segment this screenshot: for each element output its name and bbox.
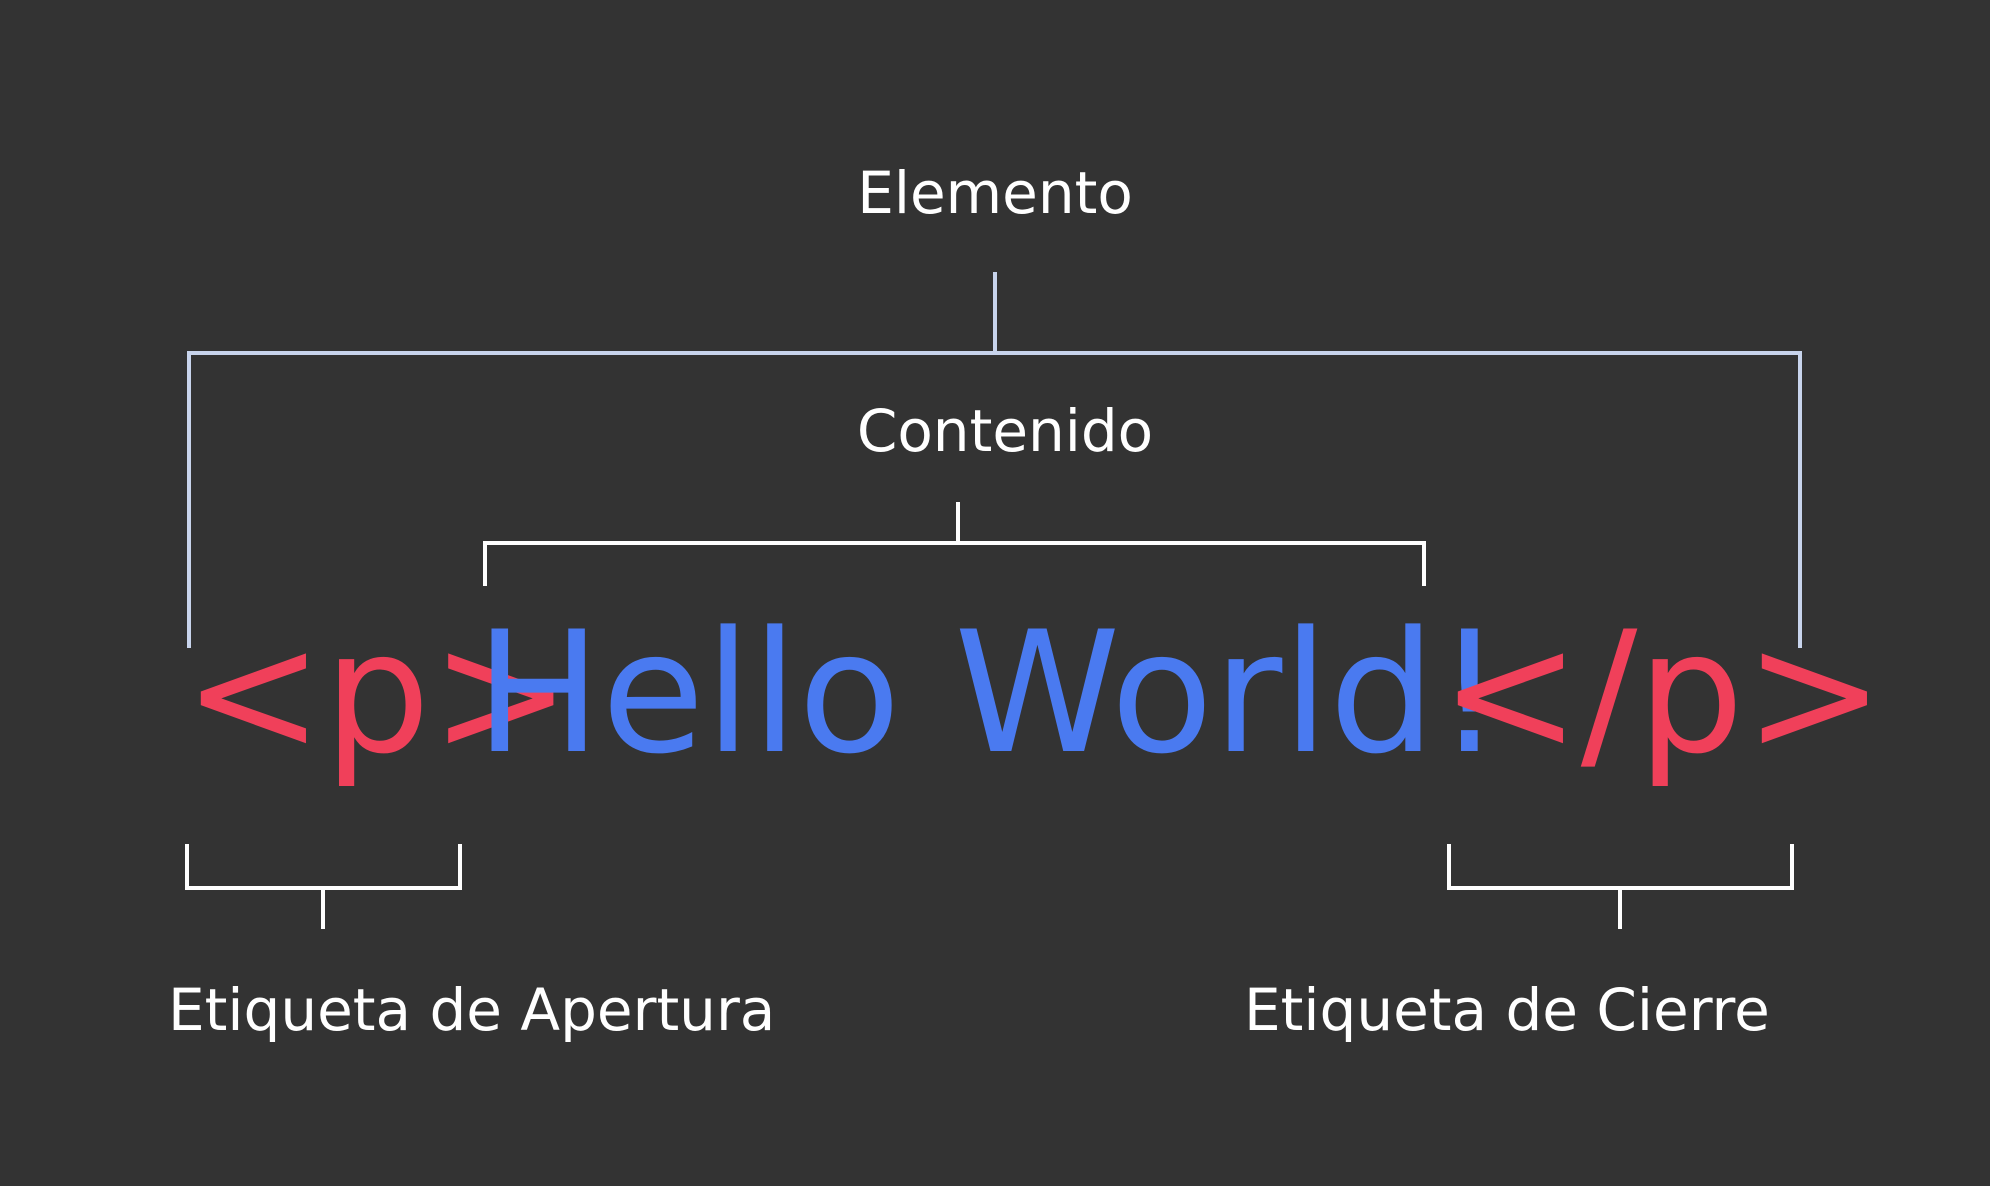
content-code: Hello World! <box>475 595 1504 791</box>
closing-tag-label: Etiqueta de Cierre <box>1244 976 1770 1044</box>
content-bracket <box>483 502 1426 586</box>
content-label: Contenido <box>856 397 1154 465</box>
opening-tag-label: Etiqueta de Apertura <box>168 976 776 1044</box>
html-element-anatomy-diagram: Elemento Contenido <p> Hello World! </p>… <box>0 0 1990 1186</box>
element-label: Elemento <box>857 159 1133 227</box>
closing-tag-code: </p> <box>1440 595 1885 791</box>
closing-tag-bracket <box>1447 844 1794 929</box>
opening-tag-bracket <box>185 844 462 929</box>
